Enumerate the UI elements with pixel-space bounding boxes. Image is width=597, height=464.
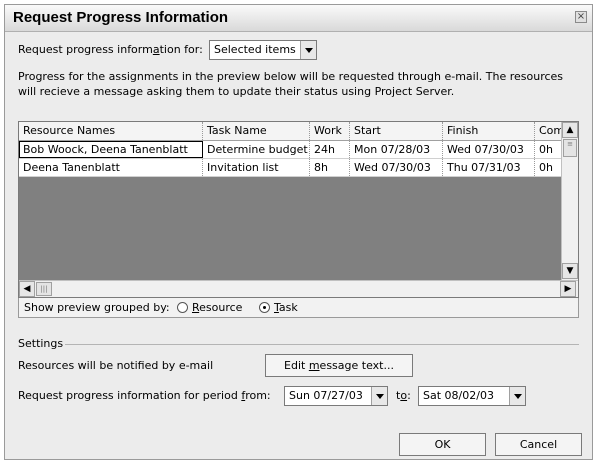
cell-complete[interactable]: 0h — [535, 141, 562, 158]
cell-start[interactable]: Mon 07/28/03 — [350, 141, 443, 158]
cancel-button[interactable]: Cancel — [495, 433, 582, 456]
scroll-up-icon[interactable]: ▲ — [562, 122, 578, 138]
edit-message-button[interactable]: Edit message text... — [265, 354, 413, 377]
request-for-value: Selected items — [214, 43, 296, 56]
request-for-dropdown[interactable]: Selected items — [209, 40, 317, 60]
request-for-label: Request progress information for: — [18, 43, 203, 56]
group-by-bar: Show preview grouped by: Resource Task — [18, 298, 579, 318]
scroll-right-icon[interactable]: ▶ — [560, 281, 576, 297]
settings-divider — [65, 344, 579, 345]
scroll-left-icon[interactable]: ◀ — [19, 281, 35, 297]
column-header-work[interactable]: Work — [310, 122, 350, 140]
to-date-value: Sat 08/02/03 — [423, 389, 494, 402]
dialog-title: Request Progress Information — [13, 9, 229, 26]
ok-button[interactable]: OK — [399, 433, 486, 456]
notify-text: Resources will be notified by e-mail — [18, 359, 214, 372]
request-progress-dialog: Request Progress Information × Request p… — [4, 4, 593, 460]
column-header-task-name[interactable]: Task Name — [203, 122, 310, 140]
cell-finish[interactable]: Wed 07/30/03 — [443, 141, 535, 158]
to-label: to: — [396, 389, 411, 402]
radio-task[interactable] — [259, 302, 270, 313]
scroll-down-icon[interactable]: ▼ — [562, 263, 578, 279]
to-date-dropdown[interactable]: Sat 08/02/03 — [418, 386, 526, 406]
description-text: Progress for the assignments in the prev… — [18, 70, 564, 98]
cell-resource-names[interactable]: Bob Woock, Deena Tanenblatt — [19, 141, 203, 158]
radio-task-label[interactable]: Task — [274, 301, 298, 314]
column-header-start[interactable]: Start — [350, 122, 443, 140]
cell-work[interactable]: 8h — [310, 159, 350, 176]
period-label: Request progress information for period … — [18, 389, 271, 402]
vertical-scrollbar[interactable]: ▲ ≡ ▼ — [561, 122, 578, 280]
column-header-complete[interactable]: Compl — [535, 122, 562, 140]
column-header-resource-names[interactable]: Resource Names — [19, 122, 203, 140]
from-date-value: Sun 07/27/03 — [289, 389, 363, 402]
chevron-down-icon[interactable] — [509, 387, 525, 405]
table-row[interactable]: Deena Tanenblatt Invitation list 8h Wed … — [19, 159, 562, 177]
chevron-down-icon[interactable] — [371, 387, 387, 405]
radio-resource[interactable] — [177, 302, 188, 313]
cell-task-name[interactable]: Determine budget — [203, 141, 310, 158]
from-date-dropdown[interactable]: Sun 07/27/03 — [284, 386, 388, 406]
group-by-label: Show preview grouped by: — [24, 301, 170, 314]
horizontal-scrollbar[interactable]: ◀ ||| ▶ — [19, 280, 578, 297]
settings-heading: Settings — [18, 337, 64, 350]
vertical-scroll-thumb[interactable]: ≡ — [563, 139, 577, 157]
preview-grid: Resource Names Task Name Work Start Fini… — [18, 121, 579, 298]
close-icon[interactable]: × — [575, 11, 587, 23]
column-header-finish[interactable]: Finish — [443, 122, 535, 140]
horizontal-scroll-thumb[interactable]: ||| — [36, 282, 52, 296]
table-row[interactable]: Bob Woock, Deena Tanenblatt Determine bu… — [19, 141, 562, 159]
cell-task-name[interactable]: Invitation list — [203, 159, 310, 176]
cell-finish[interactable]: Thu 07/31/03 — [443, 159, 535, 176]
cell-work[interactable]: 24h — [310, 141, 350, 158]
title-bar: Request Progress Information × — [5, 5, 592, 32]
radio-resource-label[interactable]: Resource — [192, 301, 242, 314]
grid-header: Resource Names Task Name Work Start Fini… — [19, 122, 562, 141]
chevron-down-icon[interactable] — [300, 41, 316, 59]
cell-complete[interactable]: 0h — [535, 159, 562, 176]
cell-start[interactable]: Wed 07/30/03 — [350, 159, 443, 176]
cell-resource-names[interactable]: Deena Tanenblatt — [19, 159, 203, 176]
